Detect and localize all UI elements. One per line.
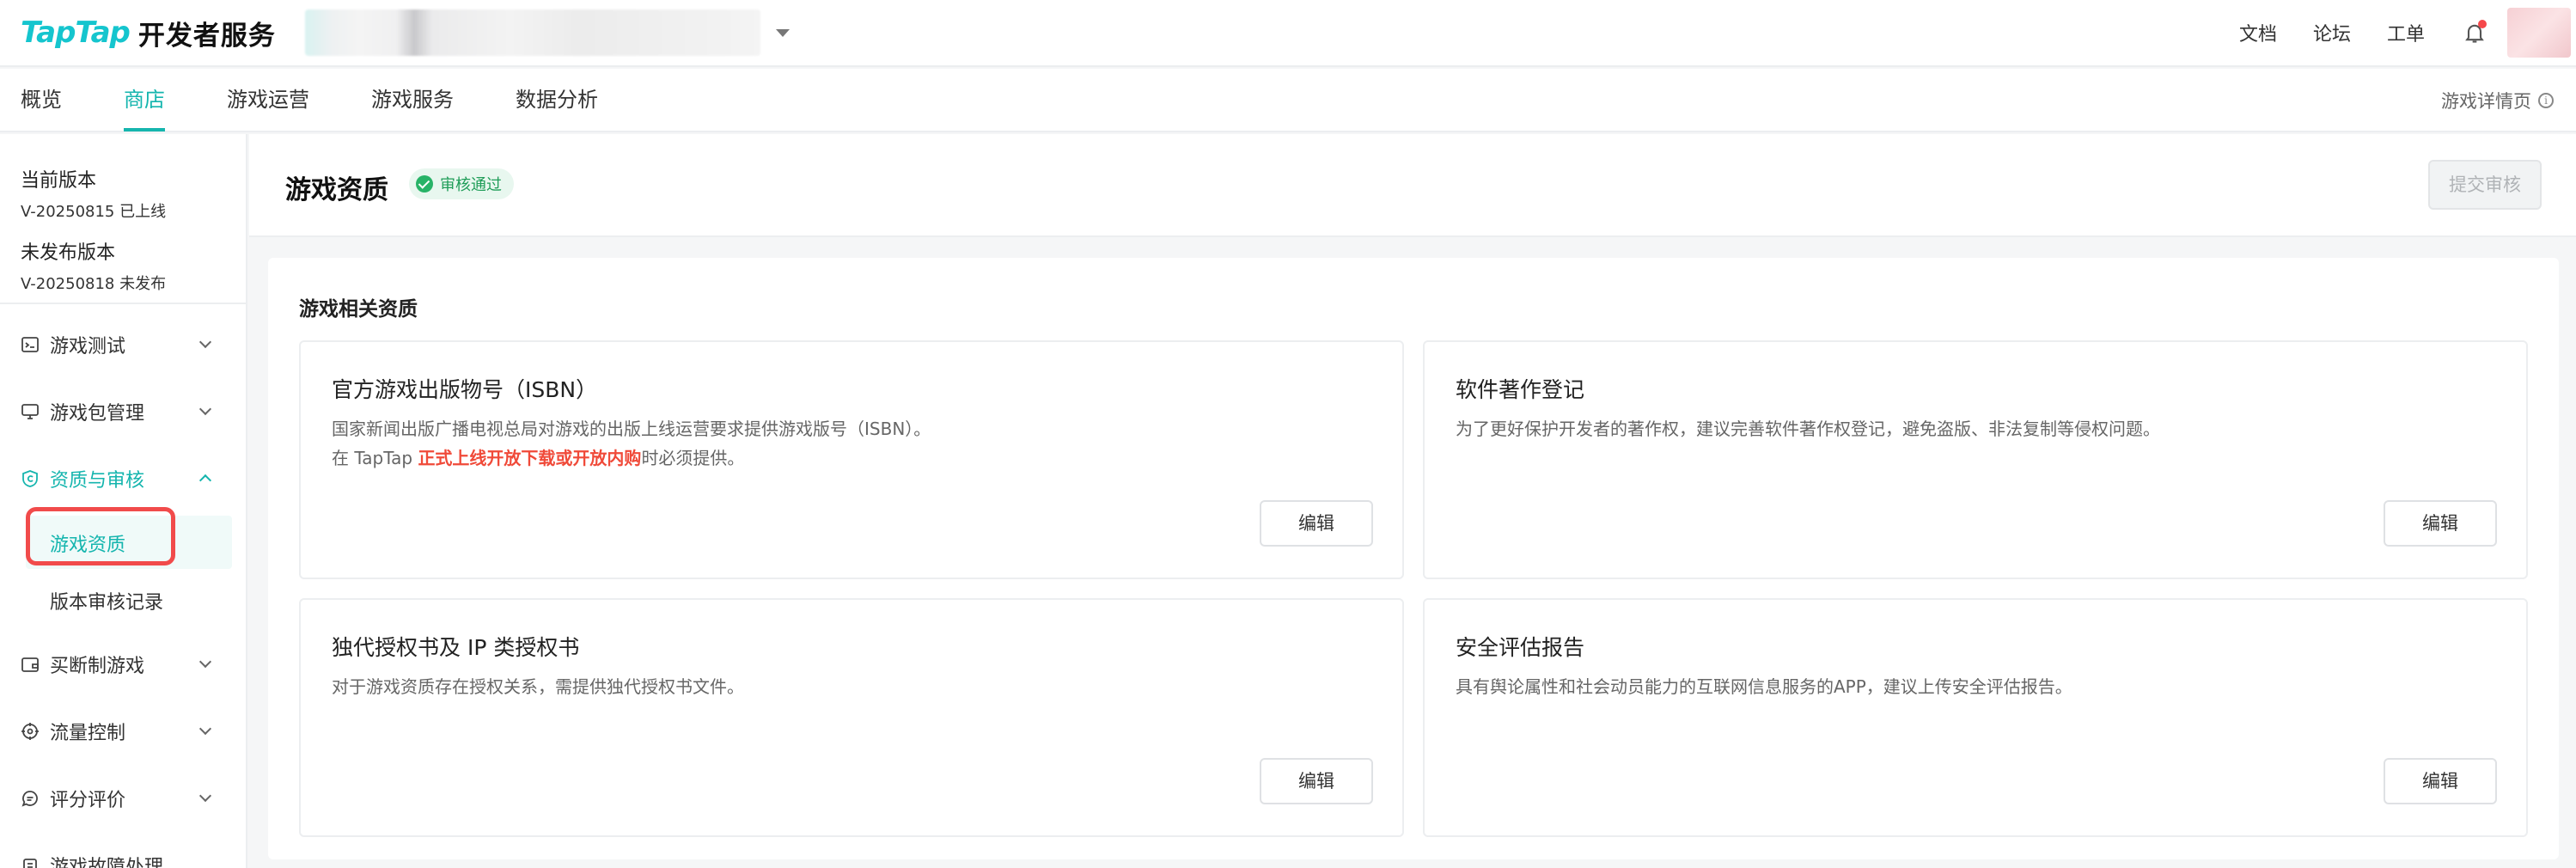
unpublished-version-title: 未发布版本 (21, 242, 116, 264)
card-title: 软件著作登记 (1456, 377, 1585, 402)
tab-data-analysis[interactable]: 数据分析 (516, 68, 598, 131)
sidebar-subitem-review-records[interactable]: 版本审核记录 (50, 587, 163, 614)
current-version-value: V-20250815 已上线 (21, 203, 167, 221)
isbn-card: 官方游戏出版物号（ISBN） 国家新闻出版广播电视总局对游戏的出版上线运营要求提… (299, 340, 1404, 579)
current-version[interactable]: 当前版本 V-20250815 已上线 (21, 165, 166, 222)
taptap-developer-logo[interactable]: TapTap 开发者服务 (21, 0, 276, 66)
page-header: 游戏资质 审核通过 提交审核 (249, 134, 2576, 237)
top-header: TapTap 开发者服务 文档 论坛 工单 (0, 0, 2576, 67)
sidebar-item-label: 流量控制 (50, 723, 126, 744)
game-detail-label: 游戏详情页 (2441, 91, 2531, 112)
game-detail-link[interactable]: 游戏详情页 i (2441, 69, 2554, 132)
license-card: 独代授权书及 IP 类授权书 对于游戏资质存在授权关系，需提供独代授权书文件。 … (299, 598, 1404, 837)
sidebar-item-label: 买断制游戏 (50, 656, 145, 677)
chevron-down-icon (198, 789, 212, 803)
avatar[interactable] (2507, 8, 2571, 58)
desc-highlight: 正式上线开放下载或开放内购 (418, 448, 642, 468)
annotation-highlight-box (26, 507, 175, 565)
wallet-icon (21, 655, 40, 674)
edit-button[interactable]: 编辑 (2384, 500, 2497, 547)
tab-game-operations[interactable]: 游戏运营 (227, 68, 309, 131)
chevron-down-icon (198, 722, 212, 736)
sidebar-item-qualification-review[interactable]: 资质与审核 (0, 457, 246, 500)
shield-icon (21, 469, 40, 488)
card-description: 具有舆论属性和社会动员能力的互联网信息服务的APP，建议上传安全评估报告。 (1456, 676, 2072, 697)
monitor-icon (21, 402, 40, 421)
card-description: 国家新闻出版广播电视总局对游戏的出版上线运营要求提供游戏版号（ISBN）。 在 … (332, 414, 931, 473)
sidebar-item-game-testing[interactable]: 游戏测试 (0, 323, 246, 366)
chevron-up-icon (198, 474, 212, 487)
info-icon: i (2538, 93, 2554, 108)
sidebar-item-buyout-games[interactable]: 买断制游戏 (0, 643, 246, 686)
tab-overview[interactable]: 概览 (21, 68, 62, 131)
current-version-title: 当前版本 (21, 170, 97, 192)
sidebar: 当前版本 V-20250815 已上线 未发布版本 V-20250818 未发布… (0, 134, 247, 868)
bell-icon[interactable] (2463, 20, 2487, 45)
docs-link[interactable]: 文档 (2239, 19, 2277, 46)
page-title: 游戏资质 (285, 175, 388, 205)
tab-store[interactable]: 商店 (124, 68, 165, 131)
check-circle-icon (416, 175, 433, 193)
bug-icon (21, 856, 40, 868)
sidebar-item-label: 评分评价 (50, 790, 126, 811)
notification-dot (2478, 20, 2487, 28)
sidebar-item-traffic-control[interactable]: 流量控制 (0, 710, 246, 753)
sidebar-item-fault-handling[interactable]: 游戏故障处理 (0, 844, 246, 868)
sidebar-item-ratings-reviews[interactable]: 评分评价 (0, 777, 246, 820)
unpublished-version[interactable]: 未发布版本 V-20250818 未发布 (21, 237, 166, 294)
chevron-down-icon (198, 655, 212, 669)
card-title: 独代授权书及 IP 类授权书 (332, 635, 580, 660)
sidebar-item-label: 资质与审核 (50, 470, 145, 492)
status-badge-label: 审核通过 (440, 176, 502, 194)
card-description: 为了更好保护开发者的著作权，建议完善软件著作权登记，避免盗版、非法复制等侵权问题… (1456, 419, 2160, 439)
terminal-icon (21, 335, 40, 354)
chat-icon (21, 789, 40, 808)
game-selector[interactable] (304, 9, 760, 56)
card-description-line: 在 TapTap 正式上线开放下载或开放内购时必须提供。 (332, 443, 931, 473)
chevron-down-icon (198, 335, 212, 349)
caret-down-icon[interactable] (775, 28, 790, 37)
edit-button[interactable]: 编辑 (2384, 758, 2497, 804)
status-badge: 审核通过 (409, 168, 514, 199)
desc-suffix: 时必须提供。 (641, 448, 745, 468)
software-copyright-card: 软件著作登记 为了更好保护开发者的著作权，建议完善软件著作权登记，避免盗版、非法… (1423, 340, 2528, 579)
section-title: 游戏相关资质 (299, 298, 418, 321)
sidebar-item-label: 游戏故障处理 (50, 857, 164, 868)
edit-button[interactable]: 编辑 (1260, 758, 1373, 804)
main-nav: 概览 商店 游戏运营 游戏服务 数据分析 游戏详情页 i (0, 69, 2576, 132)
tab-game-services[interactable]: 游戏服务 (371, 68, 454, 131)
sidebar-item-package-management[interactable]: 游戏包管理 (0, 390, 246, 433)
sidebar-divider (0, 303, 246, 304)
card-title: 官方游戏出版物号（ISBN） (332, 377, 598, 402)
sidebar-item-label: 游戏测试 (50, 336, 126, 358)
target-icon (21, 722, 40, 741)
edit-button[interactable]: 编辑 (1260, 500, 1373, 547)
qualification-section: 游戏相关资质 官方游戏出版物号（ISBN） 国家新闻出版广播电视总局对游戏的出版… (268, 258, 2559, 859)
forum-link[interactable]: 论坛 (2313, 19, 2351, 46)
chevron-down-icon (198, 402, 212, 416)
sidebar-item-label: 游戏包管理 (50, 403, 145, 425)
card-title: 安全评估报告 (1456, 635, 1585, 660)
desc-prefix: 在 TapTap (332, 448, 418, 468)
ticket-link[interactable]: 工单 (2387, 19, 2425, 46)
security-report-card: 安全评估报告 具有舆论属性和社会动员能力的互联网信息服务的APP，建议上传安全评… (1423, 598, 2528, 837)
unpublished-version-value: V-20250818 未发布 (21, 275, 167, 293)
card-description: 对于游戏资质存在授权关系，需提供独代授权书文件。 (332, 676, 744, 697)
card-description-line: 国家新闻出版广播电视总局对游戏的出版上线运营要求提供游戏版号（ISBN）。 (332, 419, 931, 439)
logo-service-text: 开发者服务 (137, 20, 276, 52)
logo-taptap-text: TapTap (21, 15, 131, 50)
submit-review-button[interactable]: 提交审核 (2428, 160, 2542, 210)
